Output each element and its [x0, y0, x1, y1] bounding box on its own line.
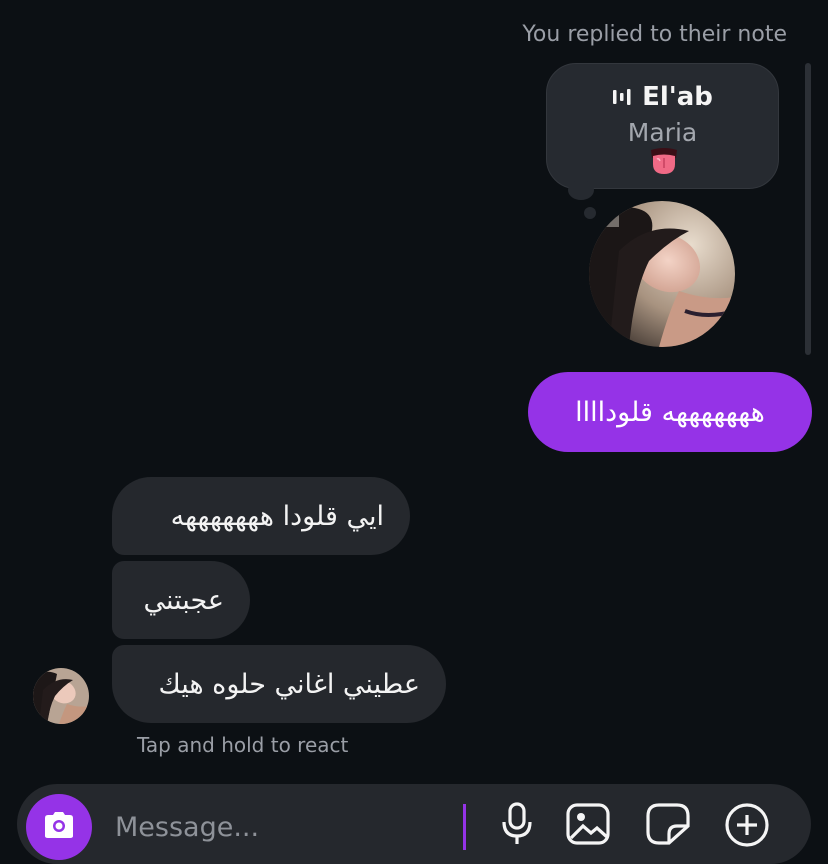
message-composer [17, 784, 811, 864]
react-hint: Tap and hold to react [137, 733, 349, 757]
note-title-row: El'ab [547, 82, 778, 112]
note-bubble-tail [568, 180, 594, 200]
scrollbar-thumb[interactable] [805, 63, 811, 355]
text-cursor [463, 804, 466, 850]
note-bubble-tail-dot [584, 207, 596, 219]
gallery-icon[interactable] [565, 802, 611, 850]
plus-circle-icon[interactable] [724, 802, 770, 852]
received-message-bubble[interactable]: عطيني اغاني حلوه هيك [112, 645, 446, 723]
sender-avatar[interactable] [33, 668, 89, 724]
tongue-emoji-icon [648, 146, 680, 180]
note-bubble[interactable]: El'ab Maria [546, 63, 779, 189]
camera-icon [42, 810, 76, 844]
sticker-icon[interactable] [645, 802, 691, 850]
note-title: El'ab [642, 82, 713, 112]
received-message-bubble[interactable]: ايي قلودا هههههههه [112, 477, 410, 555]
microphone-icon[interactable] [499, 802, 535, 850]
sound-bars-icon [612, 87, 632, 107]
note-subtitle: Maria [627, 118, 698, 147]
message-input[interactable] [113, 806, 457, 848]
received-message-bubble[interactable]: عجبتني [112, 561, 250, 639]
note-author-avatar[interactable] [589, 201, 735, 347]
camera-button[interactable] [26, 794, 92, 860]
reply-caption: You replied to their note [522, 22, 787, 47]
sent-message-bubble[interactable]: هههههههه قلوداااا [528, 372, 812, 452]
